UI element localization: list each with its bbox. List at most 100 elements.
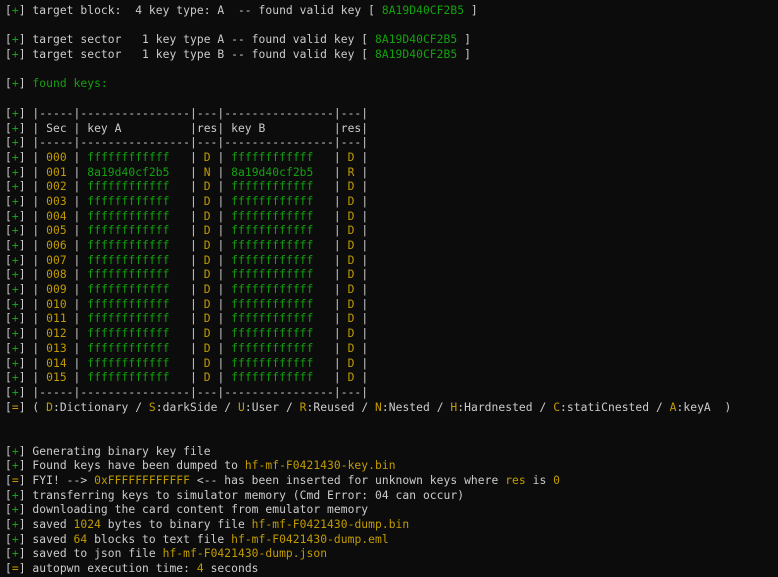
terminal-line: [+] |-----|----------------|---|--------…	[5, 386, 778, 401]
terminal-text-segment: |	[210, 283, 232, 297]
terminal-text-segment: D	[203, 180, 211, 194]
terminal-text-segment: ffffffffffff	[87, 253, 170, 267]
terminal-text-segment: ffffffffffff	[231, 268, 314, 282]
terminal-line: [+] downloading the card content from em…	[5, 503, 778, 518]
terminal-text-segment: |	[313, 268, 348, 282]
terminal-text-segment: =	[11, 400, 19, 414]
terminal-text-segment: ffffffffffff	[231, 283, 314, 297]
terminal-text-segment: |	[210, 253, 232, 267]
terminal-text-segment: :darkSide /	[155, 400, 238, 414]
terminal-text-segment: [	[5, 106, 12, 120]
terminal-text-segment: 013	[46, 341, 67, 355]
terminal-text-segment: N	[375, 400, 382, 414]
terminal-text-segment: 007	[46, 253, 67, 267]
terminal-text-segment: |	[313, 180, 348, 194]
terminal-text-segment: |	[169, 194, 204, 208]
terminal-text-segment: [	[5, 209, 12, 223]
terminal-line: [+] Generating binary key file	[5, 445, 778, 460]
terminal-text-segment: ffffffffffff	[87, 341, 170, 355]
terminal-text-segment: ffffffffffff	[87, 180, 170, 194]
terminal-text-segment: [	[5, 371, 12, 385]
terminal-text-segment: D	[46, 400, 53, 414]
terminal-text-segment: D	[203, 356, 211, 370]
terminal-text-segment: [	[5, 547, 12, 561]
terminal-text-segment: 006	[46, 239, 67, 252]
terminal-text-segment: [	[5, 136, 12, 150]
terminal-text-segment: ] |	[18, 268, 47, 282]
terminal-text-segment: [	[5, 150, 12, 164]
terminal-text-segment: hf-mf-F0421430-dump.eml	[231, 532, 389, 546]
terminal-text-segment: ] |	[18, 194, 47, 208]
terminal-text-segment: +	[11, 341, 19, 355]
terminal-text-segment: ] downloading the card content from emul…	[18, 503, 369, 517]
terminal-text-segment: [	[5, 283, 12, 297]
terminal-text-segment: N	[203, 165, 211, 179]
terminal-text-segment: |	[354, 165, 369, 179]
terminal-text-segment: ] |	[18, 356, 47, 370]
terminal-text-segment: [	[5, 503, 12, 517]
terminal-text-segment: D	[203, 312, 211, 326]
terminal-text-segment: ] |	[18, 341, 47, 355]
terminal-line: [+] | 003 | ffffffffffff | D | fffffffff…	[5, 195, 778, 210]
terminal-text-segment: |	[313, 224, 348, 238]
terminal-line: [+] |-----|----------------|---|--------…	[5, 136, 778, 151]
terminal-text-segment: |	[210, 224, 232, 238]
terminal-text-segment: |	[354, 194, 369, 208]
terminal-text-segment: ffffffffffff	[87, 209, 170, 223]
terminal-text-segment: ] Generating binary key file	[18, 444, 211, 458]
terminal-text-segment: D	[347, 253, 355, 267]
terminal-text-segment: D	[203, 297, 211, 311]
terminal-line: [+] | 005 | ffffffffffff | D | fffffffff…	[5, 224, 778, 239]
terminal-text-segment: ]	[464, 4, 478, 17]
terminal-line: [+] | 000 | ffffffffffff | D | fffffffff…	[5, 151, 778, 166]
terminal-text-segment: =	[11, 562, 19, 576]
terminal-text-segment: D	[347, 327, 355, 341]
terminal-text-segment: +	[11, 150, 19, 164]
terminal-text-segment: D	[347, 194, 355, 208]
terminal-text-segment: ]	[18, 77, 33, 91]
terminal-text-segment: |	[66, 253, 88, 267]
terminal-text-segment: ] Found keys have been dumped to	[18, 459, 245, 473]
terminal-text-segment: ] |-----|----------------|---|----------…	[18, 106, 369, 120]
terminal-line: [+] saved 64 blocks to text file hf-mf-F…	[5, 533, 778, 548]
terminal-text-segment: [	[5, 4, 12, 17]
terminal-text-segment: |	[354, 239, 369, 252]
terminal-text-segment: D	[203, 283, 211, 297]
terminal-text-segment: +	[11, 488, 19, 502]
terminal-text-segment: +	[11, 224, 19, 238]
terminal-text-segment: |	[66, 150, 88, 164]
terminal-text-segment: |	[313, 356, 348, 370]
terminal-text-segment: 8a19d40cf2b5	[231, 165, 314, 179]
terminal-text-segment: 011	[46, 312, 67, 326]
terminal-text-segment: D	[203, 341, 211, 355]
terminal-text-segment: ] |	[18, 180, 47, 194]
terminal-text-segment: |	[210, 239, 232, 252]
terminal-text-segment: |	[354, 268, 369, 282]
terminal-text-segment: [	[5, 224, 12, 238]
terminal-text-segment: 8A19D40CF2B5	[375, 33, 458, 47]
terminal-text-segment: D	[203, 253, 211, 267]
terminal-text-segment: ] |	[18, 283, 47, 297]
terminal-text-segment: |	[313, 283, 348, 297]
terminal-text-segment: D	[347, 283, 355, 297]
terminal-text-segment: D	[347, 356, 355, 370]
terminal-text-segment: 64	[73, 532, 88, 546]
terminal-text-segment: +	[11, 356, 19, 370]
terminal-text-segment: |	[210, 165, 232, 179]
terminal-text-segment: [	[5, 194, 12, 208]
terminal-text-segment: |	[66, 180, 88, 194]
terminal-text-segment: ] |	[18, 150, 47, 164]
terminal-text-segment: ffffffffffff	[231, 239, 314, 252]
terminal-text-segment: [	[5, 562, 12, 576]
terminal-text-segment: |	[66, 312, 88, 326]
terminal-text-segment: ffffffffffff	[87, 312, 170, 326]
terminal-text-segment: |	[210, 341, 232, 355]
terminal-text-segment: ffffffffffff	[231, 253, 314, 267]
terminal-text-segment: 014	[46, 356, 67, 370]
terminal-text-segment: |	[354, 283, 369, 297]
terminal-text-segment: +	[11, 121, 19, 135]
terminal-text-segment: |	[169, 297, 204, 311]
terminal-text-segment: [	[5, 297, 12, 311]
terminal-text-segment: blocks to text file	[87, 532, 232, 546]
